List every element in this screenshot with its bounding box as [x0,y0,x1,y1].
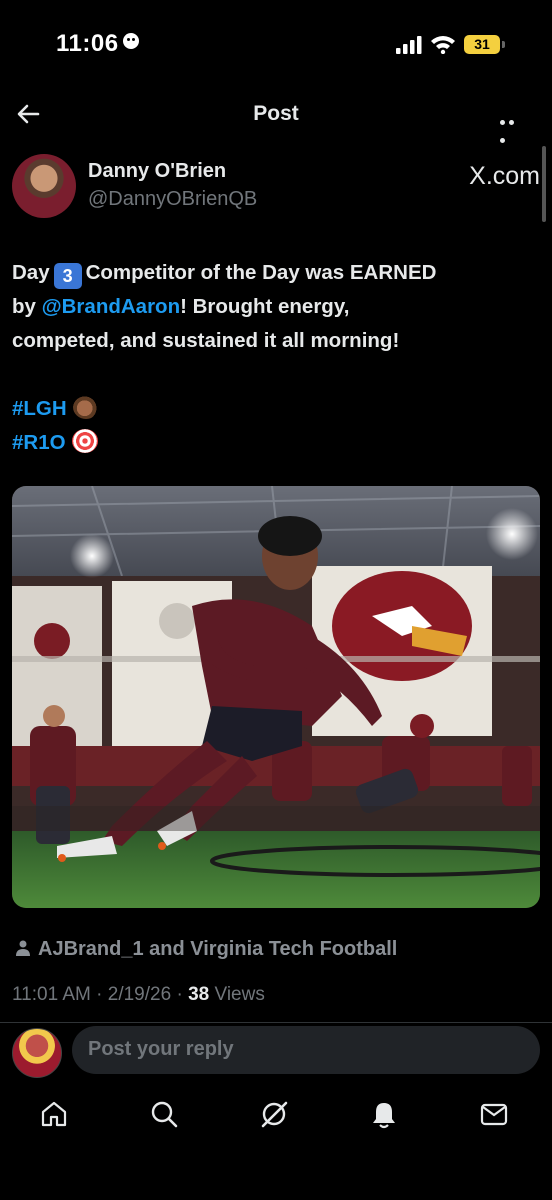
reply-avatar[interactable] [12,1028,62,1078]
post-media-photo[interactable] [12,486,540,908]
post-meta: 11:01 AM · 2/19/26 · 38 Views [12,984,265,1005]
author-handle[interactable]: @DannyOBrienQB [88,188,257,211]
bullseye-emoji-icon [71,429,98,453]
post-text: Day 3 Competitor of the Day was EARNED by … [12,256,532,460]
scrollbar[interactable] [542,146,546,222]
views-count[interactable]: 38 [188,984,209,1005]
social-context[interactable]: AJBrand_1 and Virginia Tech Football [16,938,397,961]
keycap-3-emoji: 3 [53,263,82,289]
post-time: 11:01 AM [12,984,91,1005]
hashtag-line-1: #LGH [12,392,532,426]
football-practice-photo [12,486,540,908]
hashtag-r1o[interactable]: #R1O [12,431,66,454]
source-badge: X.com [469,162,540,190]
wifi-icon [431,36,455,54]
person-icon [16,940,30,956]
grok-icon [261,1101,288,1128]
post-line-2: by @BrandAaron! Brought energy, [12,295,350,318]
status-time: 11:06 [56,30,139,58]
mention-link[interactable]: @BrandAaron [42,295,180,318]
tab-search[interactable] [144,1094,184,1134]
hashtag-lgh[interactable]: #LGH [12,397,67,420]
face-icon [122,33,139,49]
post-header: Post [0,96,552,143]
avatar[interactable] [12,154,76,218]
post-line-3: competed, and sustained it all morning! [12,329,400,352]
post-line-1: Day 3 Competitor of the Day was EARNED [12,256,532,290]
signal-icon [396,36,422,54]
page-title: Post [253,102,299,125]
messages-icon [480,1103,508,1126]
home-icon [41,1101,67,1127]
battery-tip [502,41,505,48]
status-bar: 11:06 31 [0,0,552,90]
post-date: 2/19/26 [107,984,172,1005]
search-icon [151,1101,178,1128]
hashtag-line-2: #R1O [12,426,532,460]
more-icon[interactable] [500,112,526,143]
tab-grok[interactable] [254,1094,294,1134]
tab-home[interactable] [34,1094,74,1134]
divider [0,1022,552,1023]
views-label[interactable]: Views [214,984,264,1005]
author-display-name[interactable]: Danny O'Brien [88,160,226,183]
bottom-tab-bar [0,1094,552,1144]
reply-placeholder[interactable]: Post your reply [88,1038,234,1061]
post-author[interactable]: Danny O'Brien @DannyOBrienQB X.com [12,154,540,218]
reply-bar: Post your reply [0,1026,552,1078]
reply-input[interactable]: Post your reply [72,1026,540,1074]
battery-indicator: 31 [464,35,500,54]
notifications-icon [373,1103,395,1129]
turkey-emoji-icon [72,395,99,419]
tab-messages[interactable] [474,1094,514,1134]
tab-notifications[interactable] [364,1094,404,1134]
